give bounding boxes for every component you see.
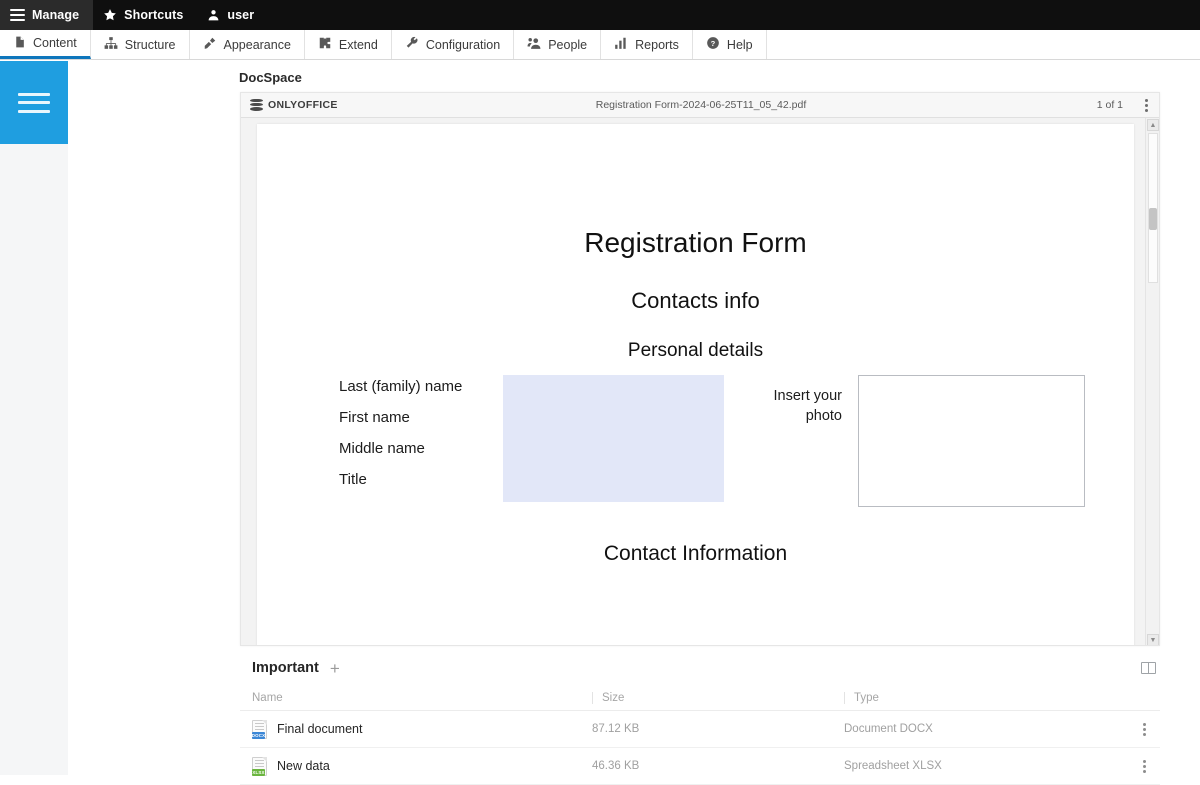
menu-tab-label: Reports <box>635 38 679 52</box>
bar-chart-icon <box>614 36 628 53</box>
file-size-cell: 46.36 KB <box>592 760 844 772</box>
file-name-label: Final document <box>277 722 362 736</box>
page-title: DocSpace <box>239 70 302 85</box>
file-row-more-button[interactable] <box>1143 760 1146 773</box>
menu-tab-label: Appearance <box>224 38 291 52</box>
menu-tab-people[interactable]: People <box>514 30 601 59</box>
pdf-scroll-area[interactable]: Registration Form Contacts info Personal… <box>241 118 1160 646</box>
document-section-heading: Personal details <box>257 340 1134 362</box>
wrench-icon <box>405 36 419 53</box>
pdf-filename-label: Registration Form-2024-06-25T11_05_42.pd… <box>241 99 1160 111</box>
menu-bar-spacer <box>767 30 1200 59</box>
question-mark-icon: ? <box>706 36 720 53</box>
admin-tab-label: user <box>227 8 254 22</box>
document-title: Registration Form <box>257 227 1134 259</box>
onlyoffice-pdf-viewer: ONLYOFFICE Registration Form-2024-06-25T… <box>240 92 1160 646</box>
document-subtitle: Contacts info <box>257 288 1134 314</box>
files-block-title: Important <box>252 660 319 676</box>
form-label-last-name: Last (family) name <box>339 379 509 394</box>
star-icon <box>103 8 117 22</box>
sidebar-menu-toggle-button[interactable] <box>0 61 68 144</box>
admin-tab-manage[interactable]: Manage <box>0 0 93 30</box>
admin-tab-label: Manage <box>32 8 79 22</box>
document-icon <box>13 35 26 52</box>
file-name-cell: XLSX New data <box>252 757 592 776</box>
menu-tab-label: Structure <box>125 38 176 52</box>
menu-tab-reports[interactable]: Reports <box>601 30 693 59</box>
form-input-field-highlight[interactable] <box>503 375 724 502</box>
file-badge: DOCX <box>252 732 265 739</box>
caret-up-icon[interactable]: ▲ <box>1147 119 1159 131</box>
pdf-more-options-button[interactable] <box>1145 99 1148 112</box>
menu-tab-content[interactable]: Content <box>0 30 91 59</box>
column-header-type: Type <box>844 692 1160 704</box>
photo-placeholder-box[interactable] <box>858 375 1085 507</box>
paintbrush-icon <box>203 36 217 53</box>
file-name-cell: DOCX Final document <box>252 720 592 739</box>
docx-file-icon: DOCX <box>252 720 267 739</box>
file-type-cell: Spreadsheet XLSX <box>844 760 1143 772</box>
file-badge: XLSX <box>252 769 265 776</box>
column-header-size: Size <box>592 692 844 704</box>
person-icon <box>207 8 220 22</box>
files-table: Name Size Type DOCX Final document 87.12… <box>240 685 1160 785</box>
menu-tab-label: Content <box>33 36 77 50</box>
pdf-page-1: Registration Form Contacts info Personal… <box>257 124 1134 646</box>
menu-tab-label: People <box>548 38 587 52</box>
form-label-first-name: First name <box>339 410 509 425</box>
menu-tab-help[interactable]: ? Help <box>693 30 767 59</box>
admin-tab-label: Shortcuts <box>124 8 183 22</box>
column-header-name: Name <box>252 692 592 704</box>
hamburger-icon <box>10 9 25 21</box>
people-icon <box>527 36 541 53</box>
menu-tab-label: Extend <box>339 38 378 52</box>
pdf-vertical-scrollbar[interactable]: ▲ ▼ <box>1145 118 1159 646</box>
photo-field-label: Insert your photo <box>742 387 842 426</box>
file-row-more-button[interactable] <box>1143 723 1146 736</box>
menu-tab-label: Help <box>727 38 753 52</box>
form-field-labels: Last (family) name First name Middle nam… <box>339 379 509 487</box>
table-row[interactable]: XLSX New data 46.36 KB Spreadsheet XLSX <box>240 748 1160 785</box>
hamburger-icon <box>18 93 50 113</box>
main-content: DocSpace ONLYOFFICE Registration Form-20… <box>68 61 1200 775</box>
sitemap-icon <box>104 36 118 53</box>
form-label-middle-name: Middle name <box>339 441 509 456</box>
menu-tab-extend[interactable]: Extend <box>305 30 392 59</box>
menu-tab-structure[interactable]: Structure <box>91 30 190 59</box>
file-type-cell: Document DOCX <box>844 723 1143 735</box>
menu-tab-appearance[interactable]: Appearance <box>190 30 305 59</box>
files-block-header: Important + <box>240 651 1160 685</box>
xlsx-file-icon: XLSX <box>252 757 267 776</box>
file-name-label: New data <box>277 759 330 773</box>
admin-tab-user[interactable]: user <box>197 0 268 30</box>
drupal-admin-toolbar: Manage Shortcuts user <box>0 0 1200 30</box>
drupal-admin-menu: Content Structure Appearance Extend Conf… <box>0 30 1200 60</box>
pdf-viewer-toolbar: ONLYOFFICE Registration Form-2024-06-25T… <box>241 93 1160 118</box>
plus-icon[interactable]: + <box>330 660 340 677</box>
svg-text:?: ? <box>711 39 716 48</box>
important-files-block: Important + Name Size Type DOCX Final do… <box>240 651 1160 785</box>
files-table-header-row: Name Size Type <box>240 685 1160 711</box>
table-row[interactable]: DOCX Final document 87.12 KB Document DO… <box>240 711 1160 748</box>
left-sidebar <box>0 61 68 775</box>
menu-tab-label: Configuration <box>426 38 500 52</box>
menu-tab-configuration[interactable]: Configuration <box>392 30 514 59</box>
caret-down-icon[interactable]: ▼ <box>1147 634 1159 646</box>
split-panel-icon[interactable] <box>1141 662 1156 674</box>
document-section-heading-contact: Contact Information <box>257 542 1134 566</box>
admin-tab-shortcuts[interactable]: Shortcuts <box>93 0 197 30</box>
pdf-page-count-label: 1 of 1 <box>1097 99 1123 111</box>
form-label-title: Title <box>339 472 509 487</box>
scrollbar-thumb[interactable] <box>1149 208 1157 230</box>
puzzle-icon <box>318 36 332 53</box>
file-size-cell: 87.12 KB <box>592 723 844 735</box>
